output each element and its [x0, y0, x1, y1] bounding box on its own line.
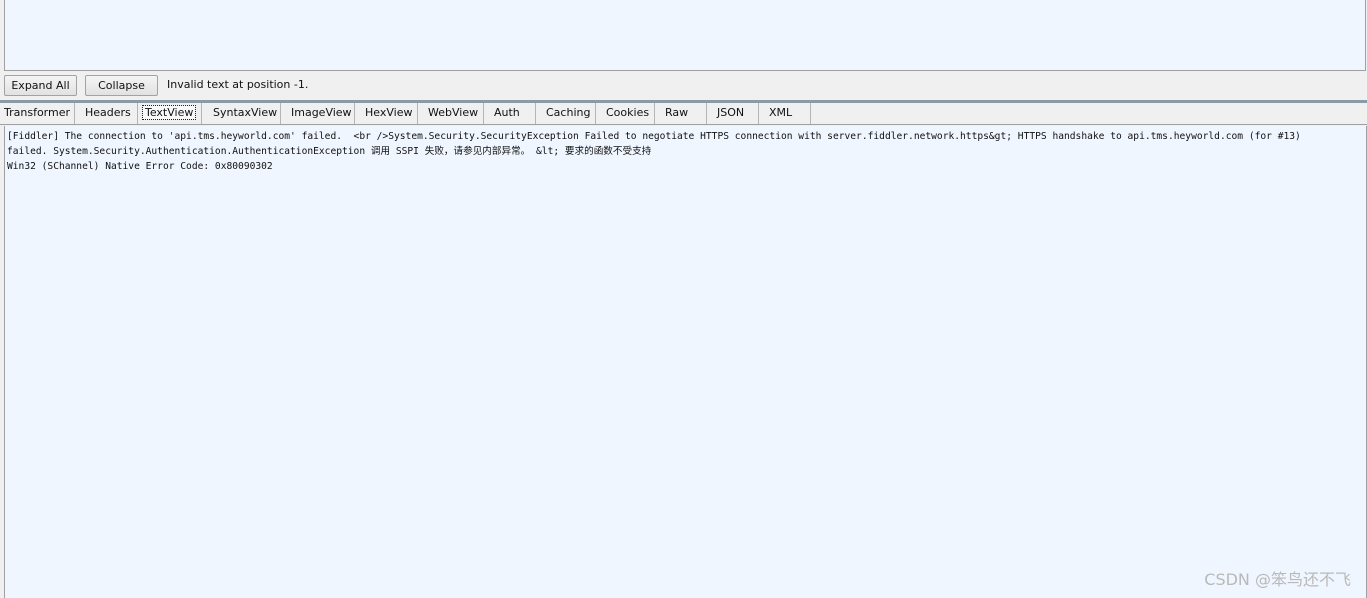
tab-label: WebView	[428, 106, 479, 119]
tab-label: Caching	[546, 106, 591, 119]
tab-label: TextView	[141, 105, 197, 120]
fiddler-response-inspector: Expand All Collapse Invalid text at posi…	[0, 0, 1367, 598]
tab-textview[interactable]: TextView	[138, 103, 202, 124]
tab-auth[interactable]: Auth	[484, 103, 536, 124]
tab-hexview[interactable]: HexView	[355, 103, 418, 124]
tab-raw[interactable]: Raw	[655, 103, 707, 124]
tab-cookies[interactable]: Cookies	[596, 103, 655, 124]
tab-syntaxview[interactable]: SyntaxView	[202, 103, 281, 124]
tab-label: JSON	[717, 106, 745, 119]
tab-label: Transformer	[4, 106, 71, 119]
watermark: CSDN @笨鸟还不飞	[1204, 570, 1351, 589]
tab-label: Cookies	[606, 106, 650, 119]
collapse-button[interactable]: Collapse	[85, 75, 158, 96]
content-line: [Fiddler] The connection to 'api.tms.hey…	[7, 131, 1301, 142]
content-line: Win32 (SChannel) Native Error Code: 0x80…	[7, 161, 273, 172]
tab-label: HexView	[365, 106, 413, 119]
tab-webview[interactable]: WebView	[418, 103, 484, 124]
tab-json[interactable]: JSON	[707, 103, 759, 124]
tab-label: ImageView	[291, 106, 352, 119]
textview-content[interactable]: [Fiddler] The connection to 'api.tms.hey…	[4, 126, 1367, 598]
inspector-toolbar: Expand All Collapse Invalid text at posi…	[0, 72, 1367, 100]
expand-all-button[interactable]: Expand All	[4, 75, 77, 96]
tab-label: SyntaxView	[213, 106, 278, 119]
tab-label: Raw	[665, 106, 689, 119]
status-message: Invalid text at position -1.	[167, 78, 309, 91]
request-body-textarea[interactable]	[4, 0, 1366, 71]
tab-label: XML	[769, 106, 793, 119]
tab-imageview[interactable]: ImageView	[281, 103, 355, 124]
response-tabstrip: Transformer Headers TextView SyntaxView …	[0, 103, 1367, 125]
tab-label: Headers	[85, 106, 131, 119]
tab-caching[interactable]: Caching	[536, 103, 596, 124]
tab-transformer[interactable]: Transformer	[0, 103, 75, 124]
tab-xml[interactable]: XML	[759, 103, 811, 124]
tab-label: Auth	[494, 106, 520, 119]
content-line: failed. System.Security.Authentication.A…	[7, 146, 652, 157]
tab-headers[interactable]: Headers	[75, 103, 138, 124]
